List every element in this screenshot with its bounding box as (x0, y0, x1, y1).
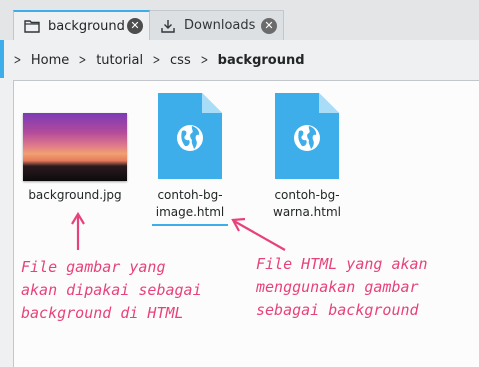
annotation-image-file: File gambar yang akan dipakai sebagai ba… (21, 258, 202, 322)
up-arrow-icon (71, 211, 85, 250)
annotation-html-file: File HTML yang akan menggunakan gambar s… (256, 255, 428, 319)
diagonal-arrow-icon (231, 217, 286, 251)
file-manager-window: background ✕ Downloads ✕ > Home > tutori… (0, 0, 479, 367)
